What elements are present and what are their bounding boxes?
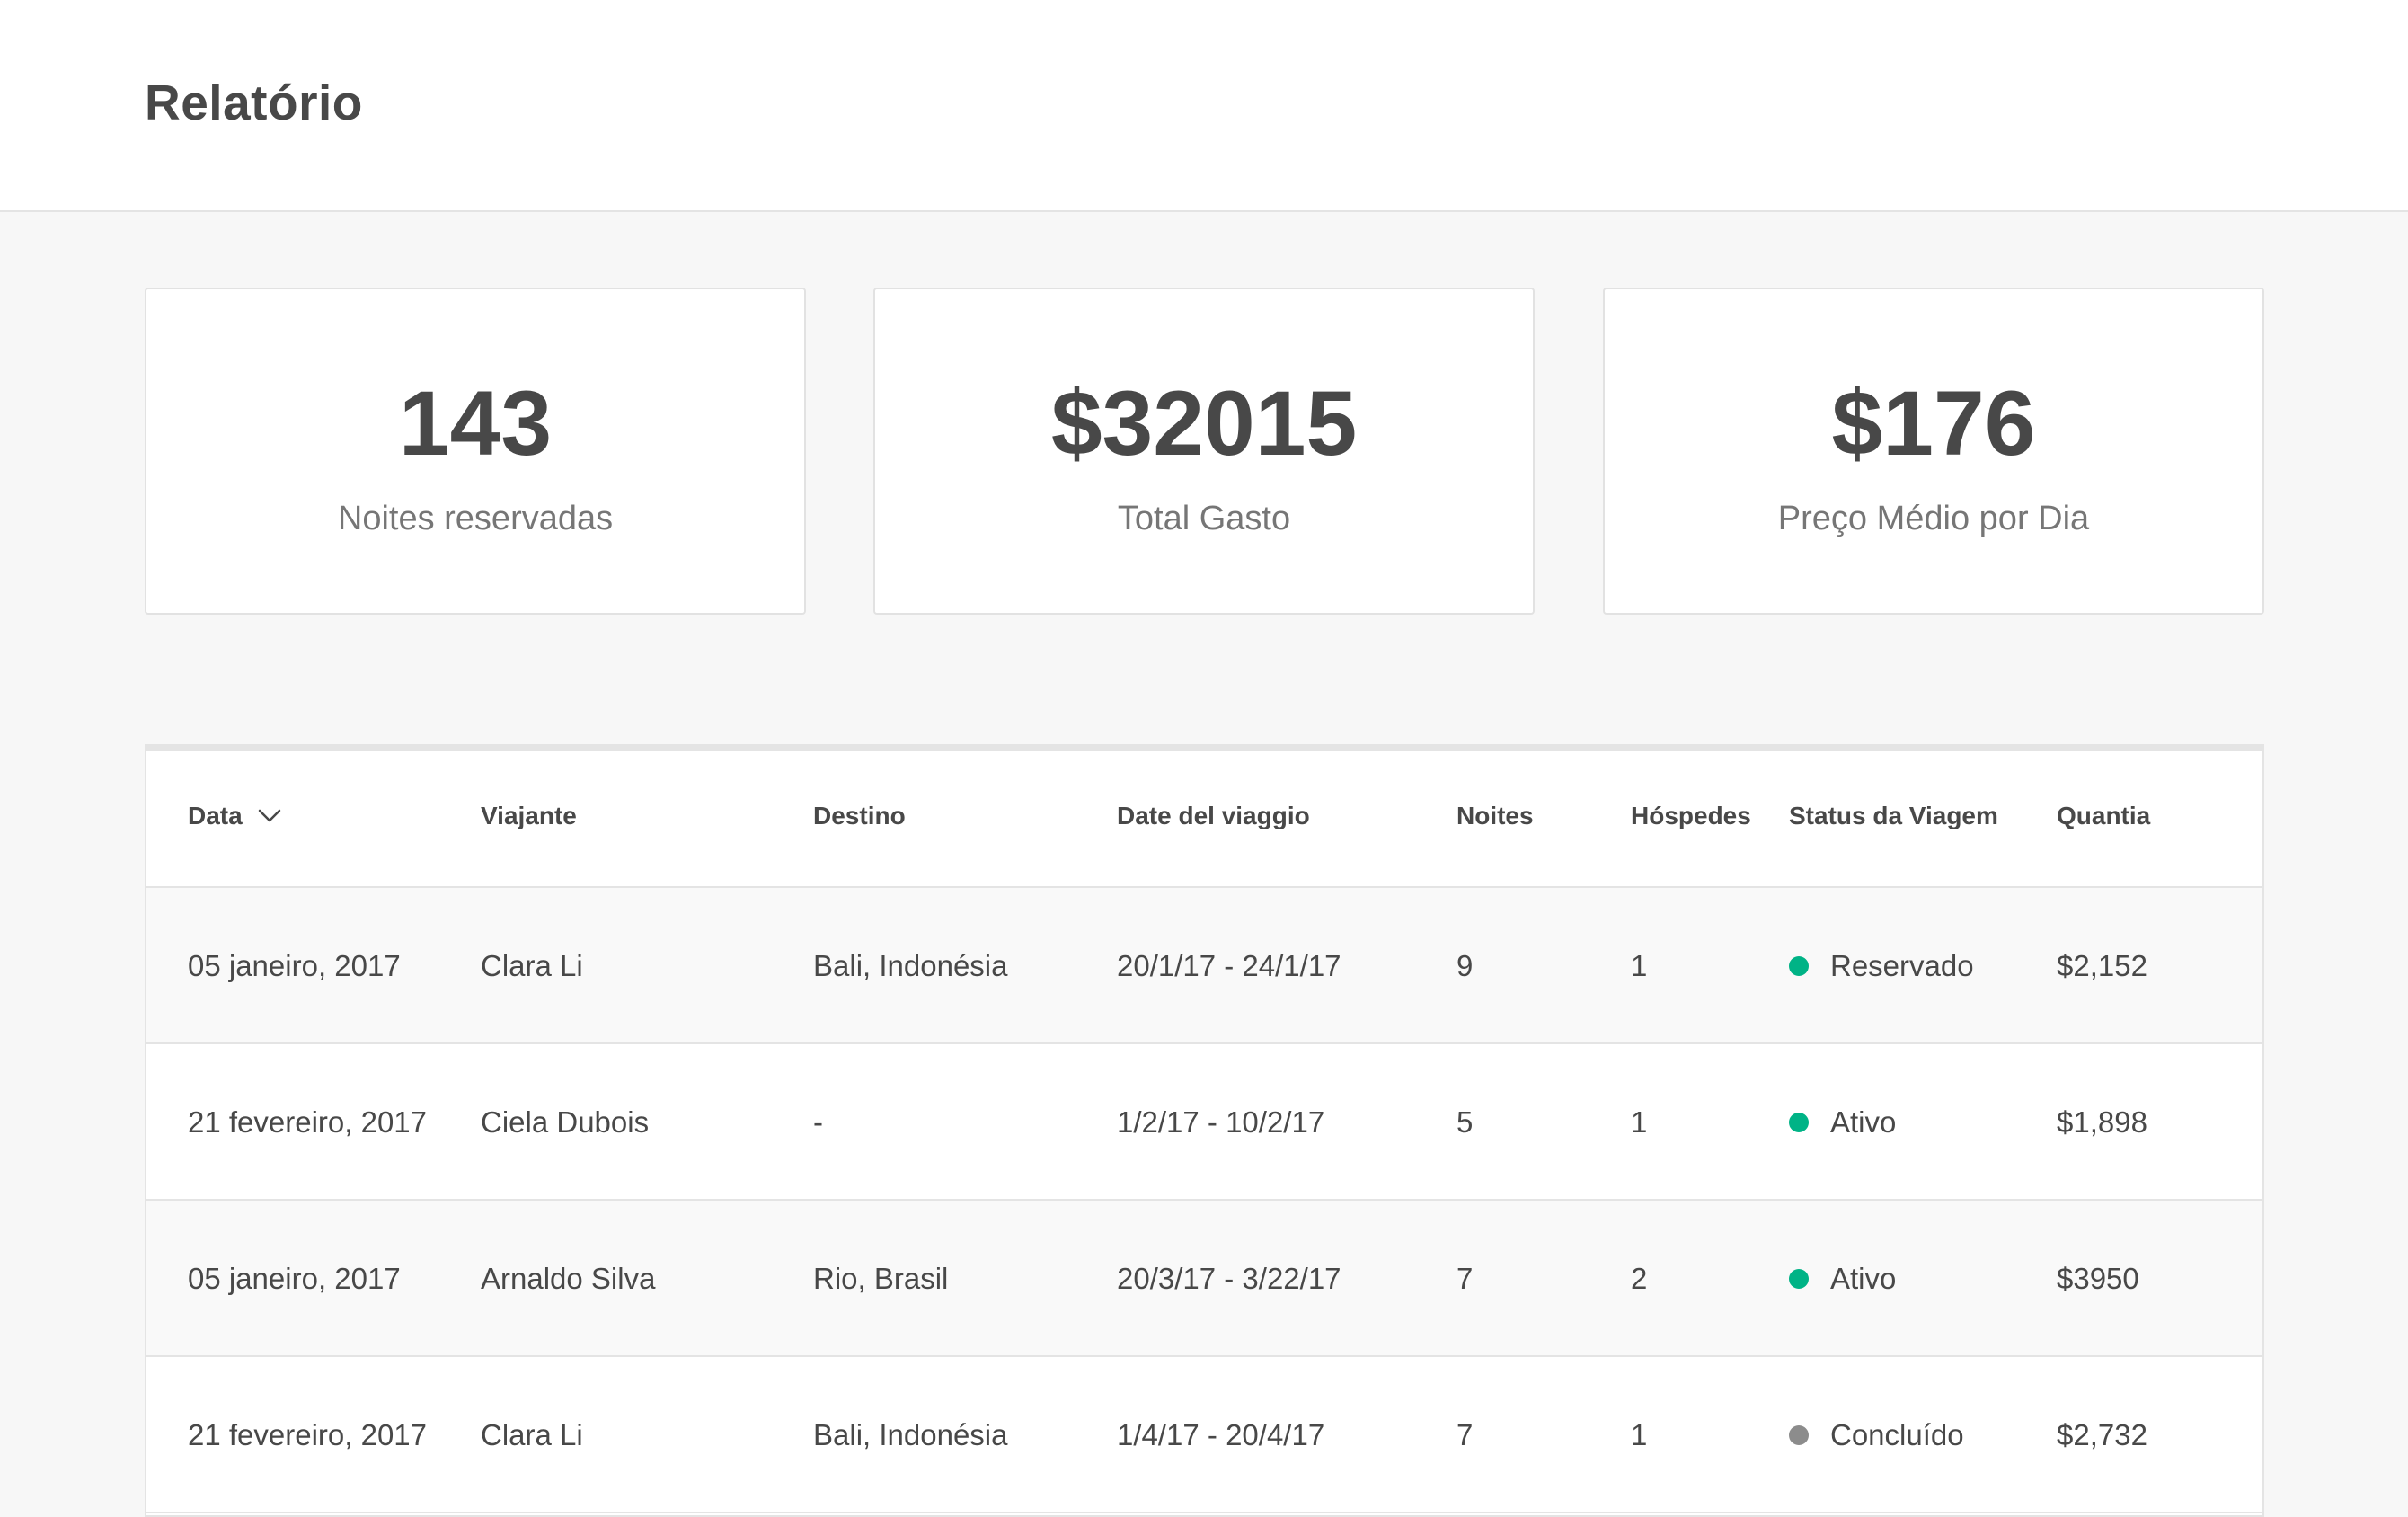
table-row[interactable]: 21 fevereiro, 2017 Ciela Dubois - 1/2/17… [146,1044,2262,1201]
status-dot-icon [1789,956,1809,976]
cell-traveler: Clara Li [481,949,583,982]
trips-table: Data Viajante Destino Date del viaggio N… [145,744,2264,1517]
column-header-amount[interactable]: Quantia [2057,802,2150,830]
table-row[interactable]: 05 janeiro, 2017 Arnaldo Silva Rio, Bras… [146,1201,2262,1357]
cell-destination: Bali, Indonésia [813,949,1008,982]
cell-status: Ativo [1830,1105,1897,1139]
cell-trip-dates: 1/4/17 - 20/4/17 [1117,1418,1325,1451]
stat-card-nights: 143 Noites reservadas [145,288,806,615]
column-header-trip-dates[interactable]: Date del viaggio [1117,802,1310,830]
cell-amount: $2,732 [2057,1418,2147,1451]
cell-nights: 7 [1456,1262,1474,1295]
cell-status: Concluído [1830,1418,1964,1451]
cell-guests: 1 [1631,1418,1648,1451]
cell-status: Ativo [1830,1262,1897,1295]
cell-amount: $2,152 [2057,949,2147,982]
status-dot-icon [1789,1113,1809,1132]
cell-nights: 7 [1456,1418,1474,1451]
cell-trip-dates: 20/3/17 - 3/22/17 [1117,1262,1341,1295]
stat-label-nights: Noites reservadas [337,500,614,537]
column-header-status[interactable]: Status da Viagem [1789,802,1998,830]
cell-date: 05 janeiro, 2017 [188,1262,401,1295]
cell-nights: 5 [1456,1105,1474,1139]
table-row[interactable]: 05 janeiro, 2017 Clara Li Bali, Indonési… [146,888,2262,1044]
cell-nights: 9 [1456,949,1474,982]
column-header-date[interactable]: Data [188,802,282,830]
table-header: Data Viajante Destino Date del viaggio N… [146,751,2262,888]
cell-guests: 2 [1631,1262,1648,1295]
stat-value-avg-price: $176 [1831,372,2036,475]
cell-traveler: Ciela Dubois [481,1105,650,1139]
cell-date: 21 fevereiro, 2017 [188,1418,428,1451]
status-dot-icon [1789,1425,1809,1445]
cell-date: 05 janeiro, 2017 [188,949,401,982]
stat-value-nights: 143 [398,372,553,475]
table-row[interactable]: 21 fevereiro, 2017 Clara Li Bali, Indoné… [146,1357,2262,1513]
column-header-nights[interactable]: Noites [1456,802,1534,830]
cell-trip-dates: 20/1/17 - 24/1/17 [1117,949,1341,982]
column-header-destination[interactable]: Destino [813,802,906,830]
column-header-traveler[interactable]: Viajante [481,802,577,830]
stat-value-total-spent: $32015 [1050,372,1358,475]
chevron-down-icon[interactable] [257,803,282,828]
page-title: Relatório [145,75,363,130]
page-header: Relatório [0,0,2408,212]
column-header-date-label: Data [188,802,243,829]
cell-destination: - [813,1105,823,1139]
cell-traveler: Arnaldo Silva [481,1262,656,1295]
cell-amount: $1,898 [2057,1105,2147,1139]
cell-traveler: Clara Li [481,1418,583,1451]
cell-trip-dates: 1/2/17 - 10/2/17 [1117,1105,1325,1139]
stat-card-avg-price: $176 Preço Médio por Dia [1603,288,2264,615]
status-dot-icon [1789,1269,1809,1289]
cell-amount: $3950 [2057,1262,2139,1295]
column-header-guests[interactable]: Hóspedes [1631,802,1751,830]
cell-destination: Rio, Brasil [813,1262,949,1295]
cell-guests: 1 [1631,949,1648,982]
cell-status: Reservado [1830,949,1974,982]
stat-label-avg-price: Preço Médio por Dia [1777,500,2090,537]
cell-guests: 1 [1631,1105,1648,1139]
stat-card-total-spent: $32015 Total Gasto [873,288,1535,615]
stat-label-total-spent: Total Gasto [1117,500,1291,537]
cell-date: 21 fevereiro, 2017 [188,1105,428,1139]
cell-destination: Bali, Indonésia [813,1418,1008,1451]
